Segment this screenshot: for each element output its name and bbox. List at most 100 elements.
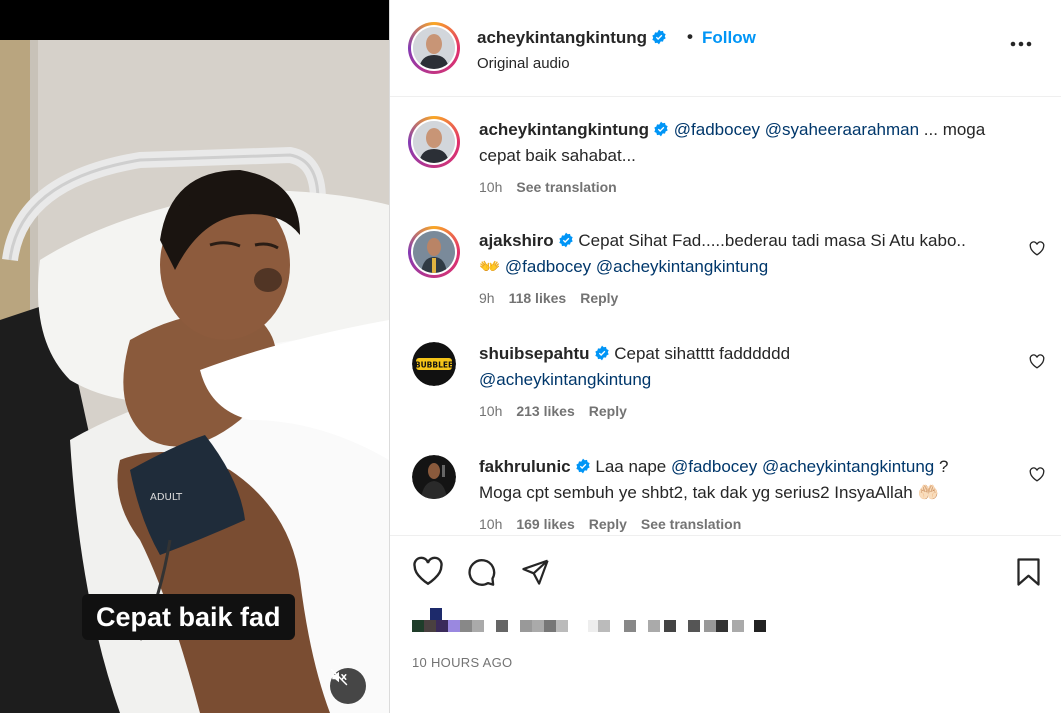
mute-toggle-button[interactable] [330,668,366,704]
mention-link[interactable]: @fadbocey [505,257,591,276]
bookmark-icon [1017,558,1040,586]
mention-link[interactable]: @syaheeraarahman [765,120,919,139]
pixelated-text-block [624,620,636,632]
comment-button[interactable] [466,556,497,592]
comment-body: Cepat sihatttt fadddddd [614,344,791,363]
video-caption: Cepat baik fad [82,594,295,640]
pixelated-avatar-block [412,620,424,632]
verified-badge-icon [575,458,590,474]
pixelated-text-block [716,620,728,632]
comment-username[interactable]: shuibsepahtu [479,344,590,363]
pixelated-text-block [704,620,716,632]
verified-badge-icon [558,232,573,248]
verified-badge-icon [652,29,666,45]
comment-body: Cepat Sihat Fad.....bederau tadi masa Si… [578,231,966,250]
pixelated-text-block [496,620,508,632]
pixelated-avatar-block [460,620,472,632]
heart-icon [413,556,443,586]
comment-text: fakhrulunic Laa nape @fadbocey @acheykin… [479,454,1024,506]
author-avatar[interactable] [408,22,460,74]
post-timestamp[interactable]: 10 HOURS AGO [412,655,512,670]
like-button[interactable] [412,556,444,591]
reply-button[interactable]: Reply [589,516,627,532]
comment-meta: 10h See translation [479,179,631,195]
verified-badge-icon [654,121,668,137]
comment-text: ajakshiro Cepat Sihat Fad.....bederau ta… [479,228,1019,280]
comment-time[interactable]: 9h [479,290,495,306]
pixelated-avatar-block [436,620,448,632]
heart-outline-icon [1029,241,1045,256]
comment-body-end: ? [939,457,949,476]
comment-body-line2: Moga cpt sembuh ye shbt2, tak dak yg ser… [479,483,913,502]
pixelated-text-block [598,620,610,632]
reply-button[interactable]: Reply [580,290,618,306]
pixelated-avatar-block [448,620,460,632]
comment-like-button[interactable] [1029,241,1045,261]
pixelated-avatar-block [424,620,436,632]
comment-emoji: 👐 [479,257,501,276]
comment-likes[interactable]: 169 likes [516,516,574,532]
comment-username[interactable]: ajakshiro [479,231,554,250]
comment-icon [468,559,496,586]
see-translation-button[interactable]: See translation [641,516,741,532]
heart-outline-icon [1029,354,1045,369]
commenter-avatar[interactable] [408,226,460,278]
comment-text: acheykintangkintung @fadbocey @syaheeraa… [479,117,1019,169]
commenter-avatar-image [413,231,455,273]
mention-link[interactable]: @acheykintangkintung [596,257,768,276]
comment-likes[interactable]: 213 likes [516,403,574,419]
pixelated-text-block [664,620,676,632]
comments-list[interactable]: acheykintangkintung @fadbocey @syaheeraa… [390,97,1061,535]
mention-link[interactable]: @fadbocey [674,120,760,139]
audio-label[interactable]: Original audio [477,55,570,72]
comment-username[interactable]: fakhrulunic [479,457,571,476]
more-horizontal-icon [1010,41,1032,47]
see-translation-button[interactable]: See translation [516,179,616,195]
commenter-avatar-image [413,121,455,163]
commenter-avatar-image: BUBBLEE [412,342,456,386]
comment-like-button[interactable] [1029,354,1045,374]
send-icon [522,559,549,585]
author-username-row[interactable]: acheykintangkintung [477,28,667,48]
author-username[interactable]: acheykintangkintung [477,28,647,47]
post-details-pane: acheykintangkintung • Follow Original au… [390,0,1061,713]
more-options-button[interactable] [1010,34,1032,52]
mention-link[interactable]: @acheykintangkintung [762,457,934,476]
comment-text: shuibsepahtu Cepat sihatttt fadddddd @ac… [479,341,1019,393]
commenter-avatar[interactable] [412,455,456,499]
comment-like-button[interactable] [1029,467,1045,487]
pixelated-text-block [556,620,568,632]
pixelated-text-block [732,620,744,632]
commenter-avatar[interactable]: BUBBLEE [412,342,456,386]
comment-emoji: 🤲🏻 [917,483,939,502]
share-button[interactable] [521,557,550,591]
comment-time[interactable]: 10h [479,403,502,419]
video-player[interactable]: ADULT Cepat baik fad [0,0,389,713]
comment-time[interactable]: 10h [479,516,502,532]
header-separator: • [687,27,693,46]
comment-time[interactable]: 10h [479,179,502,195]
comment-username[interactable]: acheykintangkintung [479,120,649,139]
avatar-logo-text: BUBBLEE [415,361,453,370]
pixelated-text-block [520,620,532,632]
author-avatar-image [413,27,455,69]
heart-outline-icon [1029,467,1045,482]
commenter-avatar[interactable] [408,116,460,168]
comment-meta: 9h 118 likes Reply [479,290,632,306]
mention-link[interactable]: @fadbocey [671,457,757,476]
comment-meta: 10h 213 likes Reply [479,403,641,419]
verified-badge-icon [594,345,609,361]
reply-button[interactable]: Reply [589,403,627,419]
mention-link[interactable]: @acheykintangkintung [479,370,651,389]
post-actions-bar: 10 HOURS AGO [390,535,1061,713]
speaker-muted-icon [330,668,348,686]
save-button[interactable] [1015,557,1042,592]
post-header: acheykintangkintung • Follow Original au… [390,0,1061,97]
follow-button[interactable]: Follow [702,28,756,48]
pixelated-text-block [754,620,766,632]
comment-likes[interactable]: 118 likes [509,290,567,306]
pixelated-avatar-block [472,620,484,632]
pixelated-text-block [532,620,544,632]
pixelated-text-block [648,620,660,632]
pixelated-avatar-block [430,608,442,620]
